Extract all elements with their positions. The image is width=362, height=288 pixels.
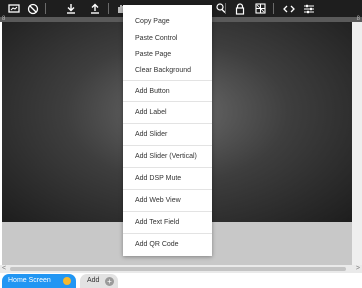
menu-item-add-slider[interactable]: Add Slider <box>123 130 212 140</box>
menu-item-add-slider-vertical[interactable]: Add Slider (Vertical) <box>123 152 212 162</box>
menu-divider <box>123 189 212 190</box>
display-icon[interactable] <box>5 0 23 17</box>
plus-icon: + <box>105 277 114 286</box>
add-tab-label: Add <box>87 277 100 284</box>
tab-home-label: Home Screen <box>8 277 51 284</box>
menu-item-paste-page[interactable]: Paste Page <box>123 50 212 60</box>
menu-item-clear-background[interactable]: Clear Background <box>123 66 212 76</box>
lock-icon[interactable] <box>231 0 249 17</box>
menu-item-add-label[interactable]: Add Label <box>123 108 212 118</box>
menu-item-add-button[interactable]: Add Button <box>123 87 212 97</box>
horizontal-scrollbar[interactable]: < > <box>0 265 362 273</box>
grid-icon[interactable] <box>251 0 269 17</box>
menu-item-paste-control[interactable]: Paste Control <box>123 34 212 44</box>
menu-item-add-dsp-mute[interactable]: Add DSP Mute <box>123 174 212 184</box>
menu-divider <box>123 123 212 124</box>
vertical-scrollbar[interactable] <box>352 22 362 265</box>
settings-sliders-icon[interactable] <box>300 0 318 17</box>
menu-item-copy-page[interactable]: Copy Page <box>123 17 212 27</box>
zoom-in-icon[interactable] <box>212 0 230 17</box>
add-page-tab[interactable]: Add + <box>80 274 118 288</box>
menu-divider <box>123 101 212 102</box>
upload-icon[interactable] <box>86 0 104 17</box>
scroll-left-icon[interactable]: < <box>2 265 6 273</box>
no-control-icon[interactable] <box>24 0 42 17</box>
download-icon[interactable] <box>62 0 80 17</box>
tab-home-screen[interactable]: Home Screen <box>2 274 76 288</box>
menu-item-add-web-view[interactable]: Add Web View <box>123 196 212 206</box>
scroll-right-icon[interactable]: > <box>356 265 360 273</box>
context-menu: Copy Page Paste Control Paste Page Clear… <box>123 5 212 256</box>
menu-divider <box>123 167 212 168</box>
code-icon[interactable] <box>280 0 298 17</box>
menu-divider <box>123 145 212 146</box>
menu-divider <box>123 233 212 234</box>
menu-divider <box>123 211 212 212</box>
menu-item-add-qr-code[interactable]: Add QR Code <box>123 240 212 250</box>
page-tabs: Home Screen Add + <box>0 273 362 288</box>
tab-options-icon[interactable] <box>63 277 71 285</box>
menu-divider <box>123 80 212 81</box>
menu-item-add-text-field[interactable]: Add Text Field <box>123 218 212 228</box>
scroll-thumb[interactable] <box>10 267 346 271</box>
